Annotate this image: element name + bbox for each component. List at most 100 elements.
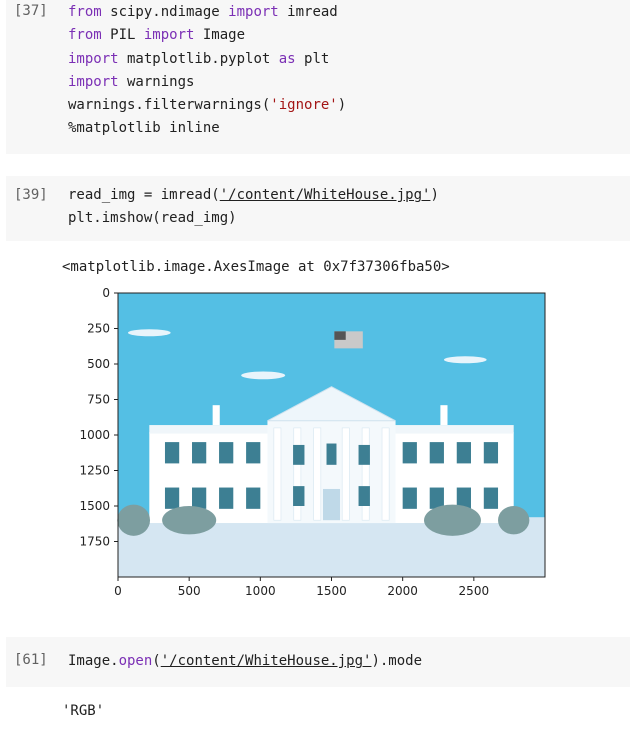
- code-token: ): [337, 97, 347, 114]
- code-token: warnings.filterwarnings(: [68, 97, 271, 114]
- column: [381, 427, 390, 521]
- code-token: as: [278, 50, 296, 67]
- code-editor[interactable]: read_img = imread('/content/WhiteHouse.j…: [68, 184, 439, 231]
- y-tick-label: 750: [87, 393, 110, 407]
- code-line: %matplotlib inline: [68, 117, 346, 140]
- code-line: plt.imshow(read_img): [68, 207, 439, 230]
- code-token: plt: [295, 50, 330, 67]
- window: [246, 487, 261, 509]
- x-tick-label: 2000: [387, 584, 418, 598]
- cloud: [443, 356, 487, 364]
- column: [361, 427, 370, 521]
- window: [402, 487, 417, 509]
- code-line: import warnings: [68, 71, 346, 94]
- bush: [162, 506, 217, 535]
- window: [192, 442, 207, 464]
- code-token: warnings: [118, 73, 195, 90]
- code-token: open: [118, 653, 153, 669]
- window: [219, 442, 234, 464]
- column: [313, 427, 322, 521]
- code-token: 'ignore': [270, 97, 338, 114]
- code-token: Image: [194, 27, 246, 44]
- code-cell-61[interactable]: [61] Image.open('/content/WhiteHouse.jpg…: [6, 637, 630, 687]
- window: [483, 487, 499, 509]
- y-tick-label: 1250: [79, 464, 110, 478]
- y-tick-label: 1500: [79, 499, 110, 513]
- cloud: [127, 329, 171, 337]
- code-token: from: [68, 27, 102, 44]
- window: [219, 487, 234, 509]
- code-token: PIL: [101, 27, 144, 44]
- code-token: import: [68, 73, 119, 90]
- code-token: import: [68, 50, 119, 67]
- code-line: from scipy.ndimage import imread: [68, 1, 346, 24]
- code-editor[interactable]: Image.open('/content/WhiteHouse.jpg').mo…: [68, 650, 422, 673]
- bush: [424, 504, 481, 536]
- code-cell-39[interactable]: [39] read_img = imread('/content/WhiteHo…: [6, 176, 630, 241]
- bush: [498, 506, 530, 535]
- window: [164, 487, 180, 509]
- cell-prompt: [61]: [14, 652, 48, 668]
- chimney: [212, 405, 220, 426]
- x-tick-label: 0: [114, 584, 122, 598]
- window: [293, 486, 305, 506]
- chimney: [440, 405, 448, 426]
- code-cell-37[interactable]: [37] from scipy.ndimage import imread fro…: [6, 0, 630, 154]
- plot-axes: 0 500 1000 1500 2000 2500 0 250 500 750 1000 1250 15…: [79, 286, 546, 598]
- code-token: imread: [278, 4, 338, 20]
- code-line: from PIL import Image: [68, 24, 346, 47]
- code-token: Image.: [68, 653, 119, 669]
- window: [483, 442, 499, 464]
- bush: [117, 504, 151, 536]
- code-token: (: [152, 653, 161, 669]
- code-token: ).mode: [371, 653, 423, 669]
- code-line: read_img = imread('/content/WhiteHouse.j…: [68, 184, 439, 207]
- code-token: import: [228, 4, 279, 20]
- code-token: '/content/WhiteHouse.jpg': [219, 187, 431, 203]
- y-tick-label: 1750: [79, 535, 110, 549]
- x-tick-label: 500: [178, 584, 201, 598]
- code-token: scipy.ndimage: [101, 4, 229, 20]
- door: [322, 488, 341, 521]
- image-content: [117, 293, 545, 577]
- column: [273, 427, 282, 521]
- y-tick-label: 500: [87, 357, 110, 371]
- code-token: ): [430, 187, 439, 203]
- code-token: from: [68, 4, 102, 20]
- code-token: %matplotlib inline: [68, 120, 220, 137]
- cell-prompt: [39]: [14, 187, 48, 203]
- window: [246, 442, 261, 464]
- code-token: plt.imshow(read_img): [68, 210, 237, 227]
- window: [456, 442, 471, 464]
- cell-prompt: [37]: [14, 3, 48, 19]
- code-token: read_img = imread(: [68, 187, 220, 203]
- window: [358, 444, 370, 465]
- window: [429, 487, 444, 509]
- window: [429, 442, 444, 464]
- x-tick-label: 2500: [459, 584, 490, 598]
- code-editor[interactable]: from scipy.ndimage import imread from PIL…: [68, 1, 346, 141]
- window: [164, 442, 180, 464]
- y-tick-label: 0: [102, 286, 110, 300]
- code-line: Image.open('/content/WhiteHouse.jpg').mo…: [68, 650, 422, 673]
- window: [326, 443, 337, 465]
- y-tick-label: 1000: [79, 428, 110, 442]
- window: [358, 486, 370, 506]
- column: [293, 427, 302, 521]
- code-token: matplotlib.pyplot: [118, 50, 279, 67]
- window: [402, 442, 417, 464]
- y-tick-label: 250: [87, 322, 110, 336]
- x-tick-label: 1500: [316, 584, 347, 598]
- cell-output-text: 'RGB': [62, 703, 105, 719]
- window: [293, 444, 305, 465]
- code-token: import: [143, 27, 195, 44]
- flag-canton: [334, 331, 346, 340]
- column: [341, 427, 350, 521]
- window: [192, 487, 207, 509]
- imshow-plot: 0 500 1000 1500 2000 2500 0 250 500 750 1000 1250 15…: [79, 286, 546, 598]
- cloud: [241, 371, 286, 380]
- code-line: warnings.filterwarnings('ignore'): [68, 94, 346, 117]
- cell-output-text: <matplotlib.image.AxesImage at 0x7f37306…: [62, 259, 450, 275]
- code-line: import matplotlib.pyplot as plt: [68, 48, 346, 71]
- code-token: '/content/WhiteHouse.jpg': [160, 653, 372, 669]
